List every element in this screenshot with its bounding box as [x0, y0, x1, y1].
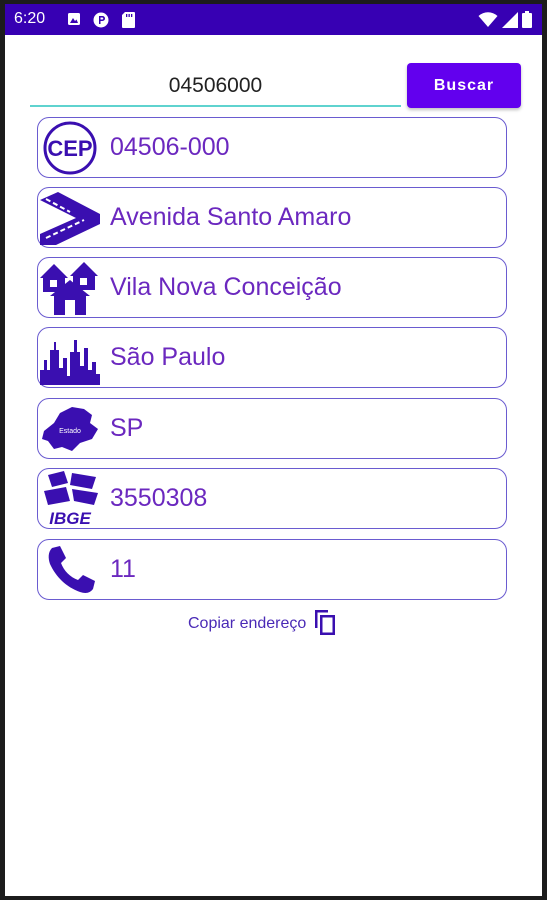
wifi-icon [478, 11, 498, 33]
ibge-value: 3550308 [110, 484, 208, 512]
city-skyline-icon [40, 330, 100, 385]
cep-search-input[interactable]: 04506000 [30, 67, 401, 107]
street-value: Avenida Santo Amaro [110, 203, 352, 231]
result-card-neighborhood: Vila Nova Conceição [37, 257, 507, 318]
result-card-cep: CEP 04506-000 [37, 117, 507, 178]
image-notification-icon [67, 12, 81, 31]
city-value: São Paulo [110, 343, 226, 371]
battery-icon [522, 11, 532, 33]
road-icon [40, 190, 100, 245]
phone-icon [40, 542, 100, 597]
ibge-icon: IBGE [40, 471, 100, 528]
status-bar: 6:20 [5, 4, 542, 35]
result-card-city: São Paulo [37, 327, 507, 388]
app-screen: 6:20 04506000 Buscar CEP 04506-000 Aveni… [5, 4, 542, 896]
circle-notification-icon [93, 12, 109, 33]
result-card-street: Avenida Santo Amaro [37, 187, 507, 248]
neighborhood-value: Vila Nova Conceição [110, 273, 342, 301]
signal-icon [502, 11, 518, 33]
state-map-icon: Estado [40, 401, 100, 456]
result-card-ibge: IBGE 3550308 [37, 468, 507, 529]
state-icon-text: Estado [59, 428, 81, 435]
copy-address-label: Copiar endereço [188, 615, 307, 632]
sd-card-icon [122, 12, 135, 33]
status-right-icons [478, 11, 532, 33]
cep-value: 04506-000 [110, 133, 230, 161]
status-time: 6:20 [14, 10, 46, 27]
houses-icon [40, 260, 100, 315]
result-card-state: Estado SP [37, 398, 507, 459]
copy-address-button[interactable]: Copiar endereço [188, 608, 338, 641]
search-button[interactable]: Buscar [407, 63, 521, 108]
state-value: SP [110, 414, 144, 442]
ddd-value: 11 [110, 555, 136, 583]
ibge-icon-text: IBGE [49, 509, 91, 526]
cep-icon-text: CEP [47, 136, 92, 161]
cep-icon: CEP [40, 120, 100, 175]
result-card-ddd: 11 [37, 539, 507, 600]
copy-icon[interactable] [312, 608, 338, 641]
